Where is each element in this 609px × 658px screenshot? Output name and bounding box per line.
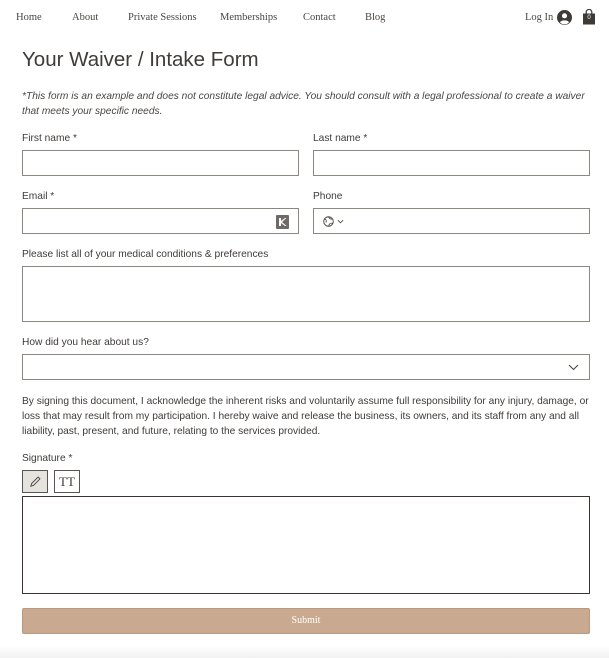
first-name-label: First name * <box>22 133 77 144</box>
cart-count-badge: 0 <box>587 15 591 21</box>
type-signature-button[interactable]: TT <box>54 470 80 493</box>
login-link[interactable]: Log In <box>525 12 553 23</box>
nav-home-link[interactable]: Home <box>16 12 42 23</box>
medical-conditions-textarea[interactable] <box>22 266 590 322</box>
chevron-down-icon <box>337 219 344 224</box>
last-name-label: Last name * <box>313 133 368 144</box>
nav-private-sessions-link[interactable]: Private Sessions <box>128 12 197 23</box>
nav-blog-link[interactable]: Blog <box>365 12 385 23</box>
pencil-icon <box>29 476 41 487</box>
email-label: Email * <box>22 191 55 202</box>
page-bottom-edge <box>0 646 609 658</box>
submit-button[interactable]: Submit <box>22 608 590 634</box>
globe-icon <box>323 216 334 227</box>
email-field[interactable] <box>22 208 299 234</box>
avatar-icon[interactable] <box>557 10 572 25</box>
autofill-icon[interactable] <box>276 215 289 229</box>
phone-field[interactable] <box>313 208 590 234</box>
nav-memberships-link[interactable]: Memberships <box>220 12 277 23</box>
nav-contact-link[interactable]: Contact <box>303 12 336 23</box>
text-type-icon: TT <box>59 473 75 489</box>
draw-signature-button[interactable] <box>22 470 48 493</box>
signature-pad[interactable] <box>22 496 590 594</box>
chevron-down-icon <box>568 364 579 371</box>
country-code-selector[interactable] <box>323 216 344 227</box>
phone-label: Phone <box>313 191 343 202</box>
page-title: Your Waiver / Intake Form <box>22 48 259 71</box>
first-name-field[interactable] <box>22 150 299 176</box>
last-name-field[interactable] <box>313 150 590 176</box>
medical-conditions-label: Please list all of your medical conditio… <box>22 249 269 260</box>
legal-disclaimer: *This form is an example and does not co… <box>22 91 585 117</box>
signature-label: Signature * <box>22 453 73 464</box>
top-navigation: Home About Private Sessions Memberships … <box>0 0 609 36</box>
shopping-bag-icon[interactable]: 0 <box>582 8 596 25</box>
waiver-consent-text: By signing this document, I acknowledge … <box>22 396 589 437</box>
nav-about-link[interactable]: About <box>72 12 98 23</box>
referral-label: How did you hear about us? <box>22 337 149 348</box>
referral-dropdown[interactable] <box>22 354 590 380</box>
